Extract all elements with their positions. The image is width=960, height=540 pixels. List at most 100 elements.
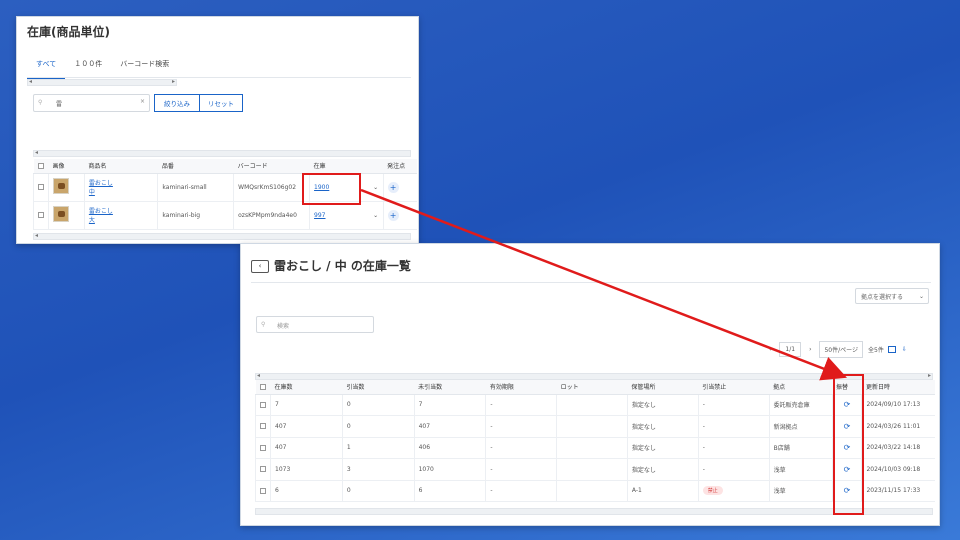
allocated-cell: 0: [341, 480, 415, 502]
reset-button[interactable]: リセット: [199, 94, 243, 112]
prev-page-icon[interactable]: ‹: [769, 346, 771, 353]
scroll-right-icon[interactable]: ▸: [172, 78, 175, 85]
location-select[interactable]: 拠点を選択する ⌄: [855, 288, 929, 304]
product-name-link[interactable]: 雷おこし: [89, 208, 113, 215]
checkbox[interactable]: [259, 383, 266, 390]
back-button[interactable]: ‹: [251, 260, 269, 273]
table-header-row: 画像 商品名 品番 バーコード 在庫 発注点: [33, 159, 417, 174]
column-header[interactable]: 品番: [157, 159, 234, 174]
scroll-left-icon[interactable]: ◂: [29, 78, 32, 85]
checkbox[interactable]: [260, 423, 266, 430]
horizontal-scrollbar[interactable]: ◂ ▸: [27, 78, 177, 86]
add-icon[interactable]: +: [387, 181, 399, 193]
column-header: [369, 159, 384, 174]
chevron-down-icon[interactable]: ⌄: [369, 201, 384, 230]
checkbox[interactable]: [37, 162, 44, 169]
page-select[interactable]: 1/1: [779, 342, 802, 357]
select-all-checkbox-cell[interactable]: [255, 380, 271, 395]
allocated-cell: 1: [341, 437, 415, 459]
search-icon: ⚲: [38, 99, 43, 106]
product-variant-link[interactable]: 大: [89, 217, 95, 224]
row-checkbox-cell[interactable]: [33, 173, 49, 202]
page-title: 在庫(商品単位): [27, 25, 110, 39]
checkbox[interactable]: [38, 212, 44, 218]
stock-cell: 1073: [270, 458, 343, 481]
column-header[interactable]: 未引当数: [414, 380, 486, 395]
stock-link[interactable]: 997: [314, 212, 325, 219]
per-page-select[interactable]: 50件/ページ: [819, 341, 864, 358]
sku-cell: kaminari-big: [157, 201, 234, 230]
tab-100[interactable]: １００件: [65, 57, 111, 79]
storage-place-cell: A-1: [626, 480, 699, 502]
column-header[interactable]: 在庫数: [270, 380, 343, 395]
column-header[interactable]: 更新日時: [861, 380, 935, 395]
scroll-left-icon[interactable]: ◂: [35, 149, 38, 156]
checkbox[interactable]: [260, 487, 266, 494]
unallocated-cell: 6: [413, 480, 486, 502]
expiry-cell: -: [485, 394, 557, 416]
product-name-cell: 雷おこし大: [83, 201, 158, 230]
select-all-checkbox-cell[interactable]: [33, 159, 49, 174]
allocation-ban-cell: -: [697, 437, 770, 459]
search-icon: ⚲: [261, 321, 266, 328]
chevron-down-icon[interactable]: ⌄: [369, 173, 384, 202]
scroll-left-icon[interactable]: ◂: [35, 232, 38, 239]
table-bottom-scrollbar[interactable]: ◂: [33, 232, 411, 240]
row-checkbox-cell[interactable]: [255, 437, 271, 459]
scroll-right-icon[interactable]: ▸: [928, 372, 931, 379]
row-checkbox-cell[interactable]: [255, 480, 271, 502]
checkbox[interactable]: [260, 401, 266, 408]
filter-button[interactable]: 絞り込み: [154, 94, 200, 112]
transfer-column-highlight-box: [833, 374, 864, 515]
storage-place-cell: 指定なし: [626, 394, 699, 416]
search-input[interactable]: ⚲ 雷 ×: [33, 94, 150, 112]
barcode-cell: ozsKPMpm9nda4e0: [233, 201, 310, 230]
row-checkbox-cell[interactable]: [255, 415, 271, 438]
column-header[interactable]: 在庫: [309, 159, 370, 174]
column-settings-icon[interactable]: [887, 346, 896, 353]
scroll-left-icon[interactable]: ◂: [257, 372, 260, 379]
row-checkbox-cell[interactable]: [33, 201, 49, 230]
product-variant-link[interactable]: 中: [89, 189, 95, 196]
tab-barcode-search[interactable]: バーコード検索: [111, 57, 178, 79]
product-name-link[interactable]: 雷おこし: [89, 180, 113, 187]
unallocated-cell: 406: [413, 437, 486, 459]
stock-cell: 407: [270, 437, 343, 459]
expiry-cell: -: [485, 415, 557, 438]
checkbox[interactable]: [260, 444, 266, 451]
add-icon[interactable]: +: [387, 209, 399, 221]
column-header[interactable]: 保管場所: [627, 380, 699, 395]
column-header[interactable]: 拠点: [769, 380, 833, 395]
column-header[interactable]: バーコード: [233, 159, 310, 174]
allocation-ban-cell: -: [697, 394, 770, 416]
storage-place-cell: 指定なし: [626, 415, 699, 438]
base-cell: 浅草: [768, 480, 833, 502]
lot-cell: [556, 394, 628, 416]
table-bottom-scrollbar[interactable]: [255, 508, 933, 515]
product-thumbnail: [53, 178, 69, 194]
column-header[interactable]: ロット: [556, 380, 628, 395]
search-input[interactable]: ⚲ 検索: [256, 316, 374, 333]
checkbox[interactable]: [38, 184, 44, 190]
allocated-cell: 0: [341, 415, 415, 438]
stock-cell: 7: [270, 394, 343, 416]
row-checkbox-cell[interactable]: [255, 458, 271, 481]
export-icon[interactable]: ⇩: [902, 346, 907, 353]
base-cell: 新潟拠点: [768, 415, 833, 438]
checkbox[interactable]: [260, 466, 266, 473]
column-header[interactable]: 有効期限: [485, 380, 557, 395]
table-horizontal-scrollbar[interactable]: ◂: [33, 149, 411, 157]
base-cell: 委託販売倉庫: [768, 394, 833, 416]
table-horizontal-scrollbar[interactable]: ◂ ▸: [255, 372, 933, 380]
clear-icon[interactable]: ×: [140, 98, 145, 105]
product-inventory-panel: 在庫(商品単位) すべて １００件 バーコード検索 ◂ ▸ ⚲ 雷 × 絞り込み…: [16, 16, 419, 244]
next-page-icon[interactable]: ›: [809, 346, 811, 353]
tab-all[interactable]: すべて: [27, 57, 66, 79]
column-header[interactable]: 引当禁止: [698, 380, 770, 395]
updated-cell: 2024/09/10 17:13: [861, 394, 935, 416]
row-checkbox-cell[interactable]: [255, 394, 271, 416]
column-header[interactable]: 商品名: [84, 159, 158, 174]
stock-cell: 407: [270, 415, 343, 438]
column-header[interactable]: 引当数: [342, 380, 415, 395]
lot-cell: [556, 480, 628, 502]
